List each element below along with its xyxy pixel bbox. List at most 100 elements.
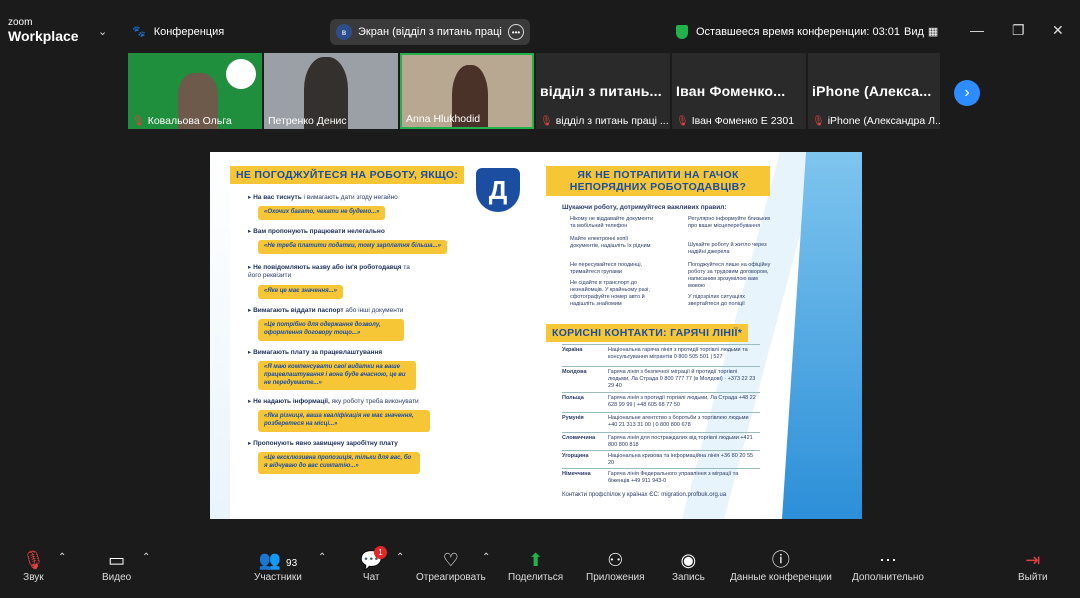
share-screen-icon: ⬆ (528, 550, 544, 570)
participant-big-name: відділ з питань... (540, 83, 662, 99)
screen-share-pill[interactable]: в Экран (відділ з питань праці Сум ••• (330, 19, 530, 45)
shield-logo: Д (476, 168, 520, 212)
participant-name: Anna Hlukhodid (406, 113, 481, 125)
share-button[interactable]: ⬆ Поделиться (508, 548, 563, 583)
info-icon: ⓘ (771, 550, 790, 570)
warning-quote: «Це ексклюзивна пропозиція, тільки для в… (258, 452, 420, 474)
warning-quote: «Я маю компенсувати свої видатки на ваше… (258, 361, 416, 391)
participant-tile[interactable]: Петренко Денис (264, 53, 398, 129)
participant-name: 🎙 відділ з питань праці ... (540, 115, 669, 127)
warning-quote: «Не треба платити податки, тому зарплатн… (258, 240, 447, 254)
chat-icon: 💬 1 (360, 546, 387, 572)
mic-off-icon: 🎙 (676, 115, 689, 127)
chevron-up-icon: ⌃ (142, 552, 151, 563)
meeting-info-button[interactable]: ⓘ Данные конференции (730, 548, 832, 583)
leave-button[interactable]: ⇥ Выйти (1018, 548, 1048, 583)
participant-tile[interactable]: відділ з питань... 🎙 відділ з питань прац… (536, 53, 670, 129)
warning-item: ▸ Не повідомляють назву або ім'я роботод… (248, 264, 410, 280)
participant-tile[interactable]: 🎙 Ковальова Ольга (128, 53, 262, 129)
participant-big-name: iPhone (Алекса... (812, 83, 932, 99)
participant-tile-active[interactable]: Anna Hlukhodid (400, 53, 534, 129)
tip-item: Не сідайте в транспорт до незнайомців. У… (570, 280, 650, 307)
more-button[interactable]: ⋯ Дополнительно (852, 548, 924, 583)
tips-intro: Шукаючи роботу, дотримуйтеся важливих пр… (562, 204, 727, 211)
warning-quote: «Яка різниця, ваша кваліфікація не має з… (258, 410, 430, 432)
participant-name: 🎙 iPhone (Александра Л... (812, 115, 940, 127)
participant-tile[interactable]: Іван Фоменко... 🎙 Іван Фоменко Е 2301 (672, 53, 806, 129)
chevron-up-icon: ⌃ (482, 552, 491, 563)
participant-name: 🎙 Іван Фоменко Е 2301 (676, 115, 795, 127)
close-icon[interactable]: ✕ (1052, 22, 1064, 39)
contact-row: Словаччина Гаряча лінія для постраждалих … (562, 432, 760, 451)
paw-icon: 🐾 (132, 26, 146, 38)
warning-item: ▸ Вам пропонують працювати нелегально (248, 228, 385, 235)
camera-icon: ▭ (108, 550, 126, 570)
sharer-badge: в (336, 24, 352, 40)
tip-item: У підозрілих ситуаціях звертайтеся до по… (688, 294, 746, 307)
participant-name: 🎙 Ковальова Ольга (132, 115, 232, 127)
restore-icon[interactable]: ❐ (1012, 22, 1025, 39)
apps-icon: ⚇ (607, 550, 624, 570)
mute-button[interactable]: 🎙 Звук (22, 548, 45, 583)
chevron-down-icon[interactable]: ⌄ (98, 25, 107, 38)
time-remaining: Оставшееся время конференции: 03:01 (676, 25, 900, 39)
participants-chevron[interactable]: ⌃ (318, 552, 326, 563)
more-icon[interactable]: ••• (508, 24, 524, 40)
warning-item: ▸ Пропонують явно завищену заробітну пла… (248, 440, 398, 447)
contacts-footer: Контакти профспілок у країнах ЄС: migrat… (562, 492, 727, 498)
react-chevron[interactable]: ⌃ (482, 552, 490, 563)
participant-strip: 🎙 Ковальова Ольга Петренко Денис Anna Hlu… (128, 53, 940, 129)
leave-icon: ⇥ (1025, 550, 1041, 570)
warning-quote: «Це потрібно для одержання дозволу, офор… (258, 319, 404, 341)
participants-button[interactable]: 👥 93 Участники (254, 548, 302, 583)
chevron-up-icon: ⌃ (318, 552, 327, 563)
tip-item: Не пересувайтеся поодинці, тримайтеся гр… (570, 262, 643, 275)
apps-button[interactable]: ⚇ Приложения (586, 548, 645, 583)
contacts-title: КОРИСНІ КОНТАКТИ: ГАРЯЧІ ЛІНІЇ* (546, 324, 749, 343)
tip-item: Погоджуйтеся лише на офіційну роботу за … (688, 262, 771, 289)
view-label: Вид (904, 25, 924, 38)
chat-chevron[interactable]: ⌃ (396, 552, 404, 563)
react-button[interactable]: ♡ Отреагировать (416, 548, 486, 583)
left-title: НЕ ПОГОДЖУЙТЕСЯ НА РОБОТУ, ЯКЩО: (230, 166, 465, 185)
tip-item: Шукайте роботу й житло через надійні дже… (688, 242, 767, 255)
warning-item: ▸ Вимагають віддати паспорт або інші док… (248, 307, 404, 314)
screen-share-label: Экран (відділ з питань праці Сум (358, 26, 502, 38)
chevron-right-icon[interactable]: › (954, 80, 980, 106)
view-button[interactable]: Вид ▦ (904, 25, 939, 39)
video-options-chevron[interactable]: ⌃ (142, 552, 150, 563)
chevron-up-icon: ⌃ (58, 552, 67, 563)
mic-off-icon: 🎙 (540, 115, 553, 127)
chevron-up-icon: ⌃ (396, 552, 405, 563)
more-icon: ⋯ (878, 550, 897, 570)
top-bar: zoom Workplace ⌄ 🐾 Конференция в Экран (… (0, 0, 1080, 52)
record-icon: ◉ (680, 550, 697, 570)
warning-item: ▸ Вимагають плату за працевлаштування (248, 349, 383, 356)
conference-menu[interactable]: 🐾 Конференция (132, 25, 224, 39)
record-button[interactable]: ◉ Запись (672, 548, 705, 583)
org-logo (226, 59, 256, 89)
shared-screen: НЕ ПОГОДЖУЙТЕСЯ НА РОБОТУ, ЯКЩО: ▸ На ва… (210, 152, 862, 519)
participant-tile[interactable]: iPhone (Алекса... 🎙 iPhone (Александра Л.… (808, 53, 940, 129)
logo-top-text: zoom (8, 17, 33, 28)
mic-off-icon: 🎙 (812, 115, 825, 127)
warning-quote: «Охочих багато, чекати не будемо...» (258, 206, 386, 220)
grid-icon: ▦ (927, 26, 939, 38)
warning-item: ▸ Не надають інформації, яку роботу треб… (248, 398, 419, 405)
people-icon: 👥 93 (258, 550, 298, 570)
shield-icon (676, 25, 688, 39)
chat-button[interactable]: 💬 1 Чат (360, 546, 387, 583)
contact-row: Україна Національна гаряча лінія з протид… (562, 344, 760, 367)
contact-row: Угорщина Національна кризова та інформаці… (562, 450, 760, 469)
video-button[interactable]: ▭ Видео (102, 548, 131, 583)
warning-quote: «Яке це має значення...» (258, 285, 343, 299)
mic-off-icon: 🎙 (132, 115, 145, 127)
minimize-icon[interactable]: — (970, 22, 984, 38)
chat-badge: 1 (374, 546, 387, 559)
timer-label: Оставшееся время конференции: 03:01 (696, 26, 900, 38)
audio-options-chevron[interactable]: ⌃ (58, 552, 66, 563)
contact-row: Румунія Національне агентство з боротьби … (562, 412, 760, 433)
decor-band (210, 152, 230, 519)
warning-item: ▸ На вас тиснуть і вимагають дати згоду … (248, 194, 398, 201)
mic-off-icon: 🎙 (22, 550, 45, 570)
